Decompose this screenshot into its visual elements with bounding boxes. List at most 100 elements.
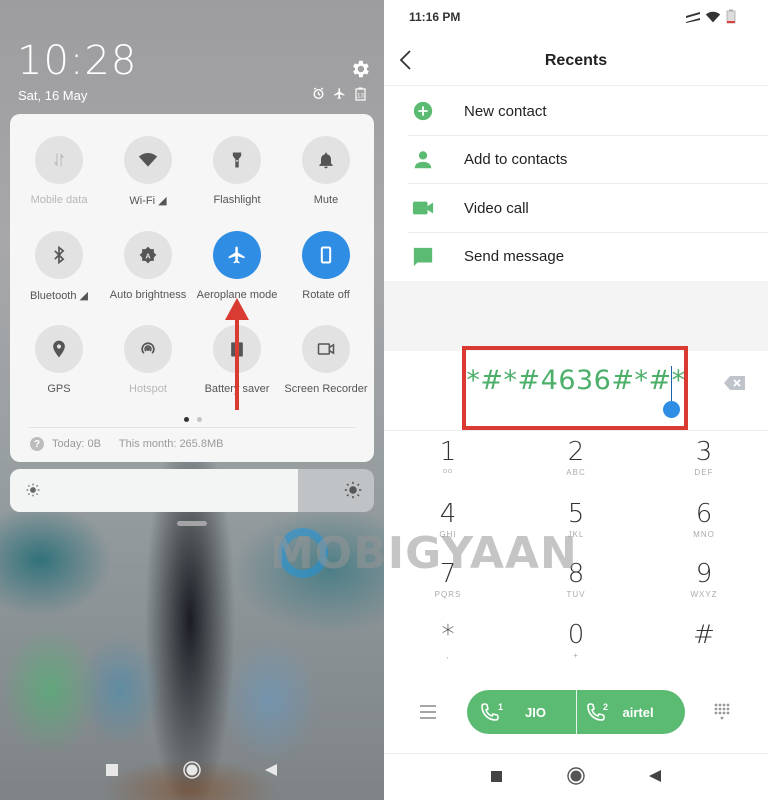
sim2-label: airtel [622,705,654,720]
svg-text:1: 1 [498,702,503,712]
hotspot-icon [124,325,172,373]
help-icon: ? [30,437,44,451]
tile-label: Rotate off [302,289,350,301]
menu-item-add-to-contacts[interactable]: Add to contacts [384,136,768,185]
key-letters: WXYZ [690,590,718,599]
message-icon [413,247,433,266]
key-digit: 3 [695,437,713,467]
tile-auto-brightness[interactable]: A Auto brightness [103,231,193,301]
svg-text:2: 2 [603,702,608,712]
key-letters: GHI [439,530,457,539]
square-icon [106,764,118,776]
clock-time: 10:28 [17,38,138,84]
key-letters [654,651,754,661]
brightness-low-icon [26,483,40,497]
key-letters: PQRS [434,590,462,599]
video-camera-icon [302,325,350,373]
data-usage[interactable]: ? Today: 0B This month: 265.8MB [30,437,223,451]
tile-label: Bluetooth ◢ [30,290,88,302]
status-icons [686,9,736,24]
brightness-slider-fill [10,469,298,512]
dialpad-key[interactable]: 3 DEF [654,436,754,478]
tile-rotate[interactable]: Rotate off [281,231,371,301]
key-letters: + [573,651,579,660]
dial-display: *#*#4636#*#* [384,346,768,431]
tile-label: Mobile data [30,194,88,206]
navigation-bar [384,766,768,788]
tile-bluetooth[interactable]: Bluetooth ◢ [14,231,104,302]
navigation-bar [0,760,384,790]
tile-aeroplane-mode[interactable]: Aeroplane mode [192,231,282,301]
tile-screen-recorder[interactable]: Screen Recorder [281,325,371,395]
dialpad-key[interactable]: # [654,619,754,661]
data-usage-month: This month: 265.8MB [118,438,224,450]
add-circle-icon [413,102,433,121]
home-button[interactable] [182,760,202,780]
dialpad-key[interactable]: 0 + [526,619,626,661]
tile-label: Hotspot [129,383,167,395]
menu-icon[interactable] [420,705,436,719]
data-usage-today: Today: 0B [52,438,101,450]
dialpad-key[interactable]: 1 ᴼᴼ [398,436,498,478]
action-menu: New contact Add to contacts Video call S… [384,87,768,281]
gear-icon[interactable] [349,58,371,80]
auto-brightness-icon: A [124,231,172,279]
tile-label: Mute [313,194,339,206]
square-icon [490,770,502,782]
tile-hotspot[interactable]: Hotspot [103,325,193,395]
back-button[interactable] [261,760,281,780]
tile-mobile-data[interactable]: Mobile data [14,136,104,206]
menu-item-new-contact[interactable]: New contact [384,87,768,136]
dialer-screen: 11:16 PM Recents New contact Add to cont… [384,0,768,800]
recents-button[interactable] [486,766,506,786]
drag-handle[interactable] [177,521,207,526]
bluetooth-icon [35,231,83,279]
back-button[interactable] [645,766,665,786]
header: Recents [384,38,768,86]
home-button[interactable] [566,766,586,786]
wifi-icon [705,11,721,23]
menu-item-send-message[interactable]: Send message [384,233,768,282]
dialpad-key[interactable]: 6 MNO [654,498,754,540]
key-letters: ᴼᴼ [442,468,454,477]
recents-button[interactable] [102,760,122,780]
call-sim1-button[interactable]: 1 JIO [467,690,576,734]
battery-icon: 13 [353,86,368,101]
backspace-icon[interactable] [724,375,746,391]
key-digit: 5 [567,499,585,529]
menu-item-label: New contact [464,102,547,120]
tile-flashlight[interactable]: Flashlight [192,136,282,206]
tile-mute[interactable]: Mute [281,136,371,206]
tile-label: Flashlight [213,194,261,206]
brightness-high-icon [344,481,362,499]
tile-gps[interactable]: GPS [14,325,104,395]
key-digit: * [441,620,455,650]
dialpad-key[interactable]: 5 JKL [526,498,626,540]
dialpad-key[interactable]: 9 WXYZ [654,558,754,600]
key-digit: 6 [695,499,713,529]
menu-item-label: Send message [464,248,565,266]
airplane-icon [213,231,261,279]
person-icon [414,151,432,168]
call-buttons: 1 JIO 2 airtel [467,690,685,734]
tile-wifi[interactable]: Wi-Fi ◢ [103,136,193,207]
dialpad-key[interactable]: 2 ABC [526,436,626,478]
dialpad-key[interactable]: 7 PQRS [398,558,498,600]
wifi-icon [124,136,172,184]
key-digit: 0 [567,620,585,650]
dialpad-key[interactable]: *, [398,619,498,661]
annotation-arrow-icon [225,298,249,410]
circle-icon [567,767,585,785]
brightness-slider[interactable] [10,469,374,512]
tile-label: Wi-Fi ◢ [129,195,167,207]
circle-icon [183,761,201,779]
page-dot-active [184,417,189,422]
status-time: 11:16 PM [409,10,461,24]
dialpad-icon[interactable] [713,703,731,721]
menu-item-video-call[interactable]: Video call [384,184,768,233]
alarm-icon [311,86,326,101]
key-digit: 7 [439,559,457,589]
dialpad-key[interactable]: 4 GHI [398,498,498,540]
dialpad-key[interactable]: 8 TUV [526,558,626,600]
call-sim2-button[interactable]: 2 airtel [575,690,686,734]
